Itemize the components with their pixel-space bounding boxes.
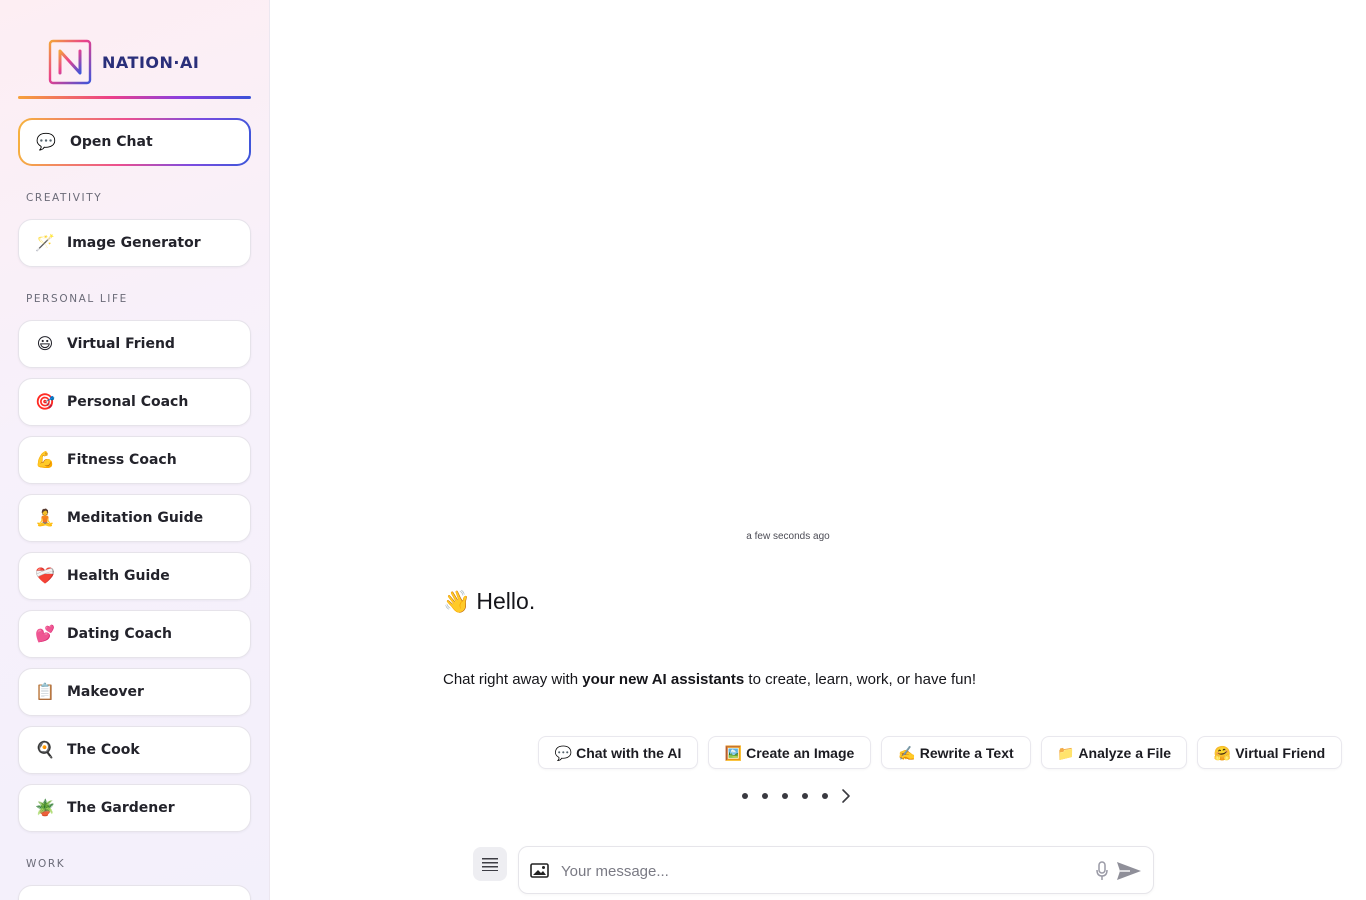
send-icon[interactable] [1116,861,1142,881]
clipboard-icon: 📋 [35,682,55,701]
suggestion-label: Create an Image [746,744,855,761]
smiley-icon: 😃 [36,334,54,353]
suggestion-label: Analyze a File [1078,744,1172,761]
carousel-dot[interactable] [802,793,808,799]
suggestion-label: Chat with the AI [576,744,682,761]
magic-wand-icon: 🪄 [35,233,55,252]
sidebar-item-label: Health Guide [67,568,170,584]
sidebar-item-personal-coach[interactable]: 🎯 Personal Coach [18,378,251,426]
brand-divider [18,96,251,99]
framed-picture-icon: 🖼️ [724,744,743,761]
greeting-text: Hello. [476,588,536,614]
open-chat-button[interactable]: 💬 Open Chat [18,118,251,166]
sidebar-item-label: Personal Coach [67,394,189,410]
suggestion-analyze-file[interactable]: 📁 Analyze a File [1041,736,1187,769]
brand-name: NATION·AI [102,52,200,72]
suggestion-chat-with-ai[interactable]: 💬 Chat with the AI [538,736,698,769]
message-timestamp: a few seconds ago [746,531,830,542]
carousel-dot[interactable] [762,793,768,799]
potted-plant-icon: 🪴 [35,798,55,817]
section-label-personal-life: PERSONAL LIFE [26,293,128,305]
speech-bubble-icon: 💬 [36,132,56,151]
hugging-face-icon: 🤗 [1213,744,1232,761]
image-upload-icon[interactable] [530,862,550,880]
suggestion-label: Rewrite a Text [919,744,1014,761]
sidebar-item-virtual-friend[interactable]: 😃 Virtual Friend [18,320,251,368]
suggestion-label: Virtual Friend [1235,744,1326,761]
carousel-dot[interactable] [742,793,748,799]
sidebar-item-label: Fitness Coach [67,452,177,468]
sidebar-item-label: Dating Coach [67,626,173,642]
menu-button[interactable] [473,847,507,881]
intro-text-bold: your new AI assistants [582,671,745,688]
speech-bubble-icon: 💬 [554,744,573,761]
waving-hand-icon: 👋 [443,588,471,614]
sidebar-item-label: Virtual Friend [67,336,175,352]
message-composer [518,846,1154,894]
intro-text-start: Chat right away with [443,671,583,688]
sidebar-item-meditation-guide[interactable]: 🧘 Meditation Guide [18,494,251,542]
meditation-icon: 🧘 [35,508,55,527]
sidebar-item-label: The Cook [67,742,140,758]
message-input[interactable] [561,857,1081,885]
flexed-bicep-icon: 💪 [35,450,55,469]
sidebar-item-the-gardener[interactable]: 🪴 The Gardener [18,784,251,832]
open-chat-label: Open Chat [70,134,153,150]
hamburger-menu-icon [482,858,498,871]
sidebar-item-label: The Gardener [67,800,175,816]
sidebar-item-fitness-coach[interactable]: 💪 Fitness Coach [18,436,251,484]
carousel-dot[interactable] [822,793,828,799]
intro-text: Chat right away with your new AI assista… [443,671,976,688]
intro-text-end: to create, learn, work, or have fun! [744,671,977,688]
carousel-pagination [742,788,852,804]
greeting: 👋 Hello. [443,588,535,615]
writing-hand-icon: ✍️ [898,744,916,761]
nation-ai-logo-icon [48,39,92,85]
sidebar: NATION·AI 💬 Open Chat CREATIVITY 🪄 Image… [0,0,270,900]
target-icon: 🎯 [35,392,55,411]
sidebar-item-the-cook[interactable]: 🍳 The Cook [18,726,251,774]
suggestion-virtual-friend[interactable]: 🤗 Virtual Friend [1197,736,1342,769]
sidebar-item-dating-coach[interactable]: 💕 Dating Coach [18,610,251,658]
sidebar-item-image-generator[interactable]: 🪄 Image Generator [18,219,251,267]
frying-pan-icon: 🍳 [35,740,55,759]
sidebar-item-work-first[interactable] [18,885,251,900]
section-label-creativity: CREATIVITY [26,192,103,204]
sidebar-item-label: Image Generator [67,235,201,251]
section-label-work: WORK [26,858,66,870]
sidebar-item-makeover[interactable]: 📋 Makeover [18,668,251,716]
sidebar-item-health-guide[interactable]: ❤️‍🩹 Health Guide [18,552,251,600]
two-hearts-icon: 💕 [35,624,55,643]
suggestion-create-image[interactable]: 🖼️ Create an Image [708,736,871,769]
sidebar-item-label: Makeover [67,684,144,700]
carousel-dot[interactable] [782,793,788,799]
mending-heart-icon: ❤️‍🩹 [35,566,55,585]
folder-icon: 📁 [1056,744,1075,761]
sidebar-item-label: Meditation Guide [67,510,204,526]
chevron-right-icon[interactable] [840,788,852,804]
microphone-icon[interactable] [1095,861,1109,881]
brand[interactable]: NATION·AI [48,38,199,86]
suggestion-rewrite-text[interactable]: ✍️ Rewrite a Text [881,736,1031,769]
